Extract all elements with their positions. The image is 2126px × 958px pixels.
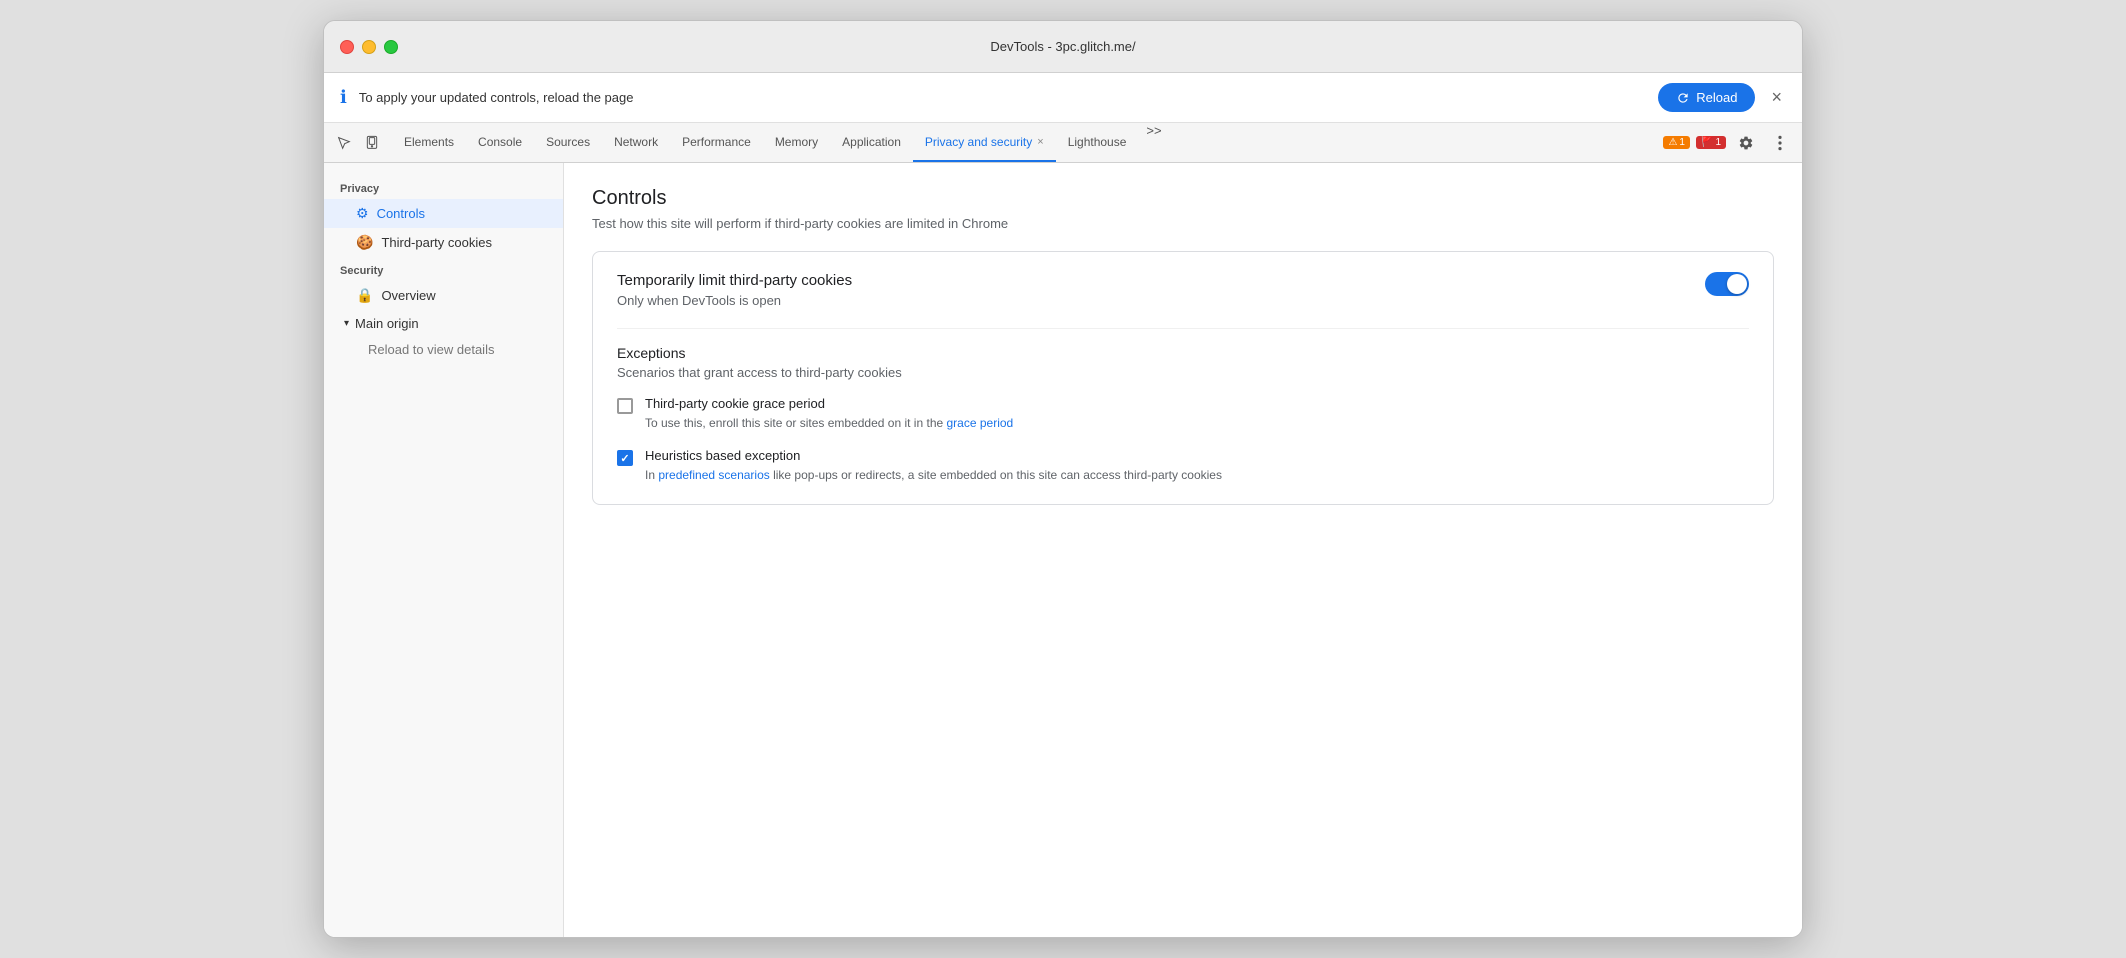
third-party-label: Third-party cookies xyxy=(381,235,492,250)
tab-close-icon[interactable]: × xyxy=(1037,136,1043,148)
chevron-down-icon: ▾ xyxy=(344,318,349,329)
tab-console[interactable]: Console xyxy=(466,123,534,162)
error-badge[interactable]: 🚩 1 xyxy=(1696,136,1726,149)
tabs-right-controls: ⚠ 1 🚩 1 xyxy=(1663,129,1794,157)
sidebar-item-main-origin[interactable]: ▾ Main origin xyxy=(324,310,563,337)
notification-text: To apply your updated controls, reload t… xyxy=(359,90,1646,105)
card-description: Only when DevTools is open xyxy=(617,293,852,308)
controls-label: Controls xyxy=(377,206,425,221)
settings-button[interactable] xyxy=(1732,129,1760,157)
security-section-label: Security xyxy=(324,257,563,281)
grace-period-label-area: Third-party cookie grace period To use t… xyxy=(645,396,1749,432)
exceptions-section: Exceptions Scenarios that grant access t… xyxy=(617,328,1749,484)
warning-count: 1 xyxy=(1679,137,1685,148)
predefined-scenarios-link[interactable]: predefined scenarios xyxy=(658,468,769,482)
grace-period-title: Third-party cookie grace period xyxy=(645,396,1749,411)
tab-lighthouse[interactable]: Lighthouse xyxy=(1056,123,1139,162)
overview-label: Overview xyxy=(381,288,435,303)
sidebar-sub-reload-details: Reload to view details xyxy=(324,337,563,362)
close-button[interactable] xyxy=(340,40,354,54)
lock-icon: 🔒 xyxy=(356,287,373,304)
warning-icon: ⚠ xyxy=(1668,137,1677,148)
tabs-bar: Elements Console Sources Network Perform… xyxy=(324,123,1802,163)
heuristics-label-area: Heuristics based exception In predefined… xyxy=(645,448,1749,484)
traffic-lights xyxy=(340,40,398,54)
heuristics-desc: In predefined scenarios like pop-ups or … xyxy=(645,466,1749,484)
limit-cookies-toggle[interactable] xyxy=(1705,272,1749,296)
heuristics-title: Heuristics based exception xyxy=(645,448,1749,463)
window-title: DevTools - 3pc.glitch.me/ xyxy=(990,39,1135,54)
card-title: Temporarily limit third-party cookies xyxy=(617,272,852,289)
tab-privacy-security[interactable]: Privacy and security × xyxy=(913,123,1056,162)
tab-sources[interactable]: Sources xyxy=(534,123,602,162)
minimize-button[interactable] xyxy=(362,40,376,54)
notification-close[interactable]: × xyxy=(1767,83,1786,112)
titlebar: DevTools - 3pc.glitch.me/ xyxy=(324,21,1802,73)
device-toolbar-icon[interactable] xyxy=(360,131,384,155)
tab-memory[interactable]: Memory xyxy=(763,123,830,162)
warning-badge[interactable]: ⚠ 1 xyxy=(1663,136,1690,149)
card-header: Temporarily limit third-party cookies On… xyxy=(617,272,1749,308)
more-tabs-button[interactable]: >> xyxy=(1138,123,1169,162)
sidebar-item-controls[interactable]: ⚙ Controls xyxy=(324,199,563,228)
sidebar-item-overview[interactable]: 🔒 Overview xyxy=(324,281,563,310)
exceptions-title: Exceptions xyxy=(617,345,1749,361)
tab-network[interactable]: Network xyxy=(602,123,670,162)
reload-button[interactable]: Reload xyxy=(1658,83,1755,112)
grace-period-checkbox-item: Third-party cookie grace period To use t… xyxy=(617,396,1749,432)
heuristics-checkbox-item: Heuristics based exception In predefined… xyxy=(617,448,1749,484)
more-options-button[interactable] xyxy=(1766,129,1794,157)
grace-period-desc: To use this, enroll this site or sites e… xyxy=(645,414,1749,432)
cookie-control-card: Temporarily limit third-party cookies On… xyxy=(592,251,1774,505)
grace-period-desc-before: To use this, enroll this site or sites e… xyxy=(645,416,947,430)
notification-bar: ℹ To apply your updated controls, reload… xyxy=(324,73,1802,123)
heuristics-desc-after: like pop-ups or redirects, a site embedd… xyxy=(770,468,1222,482)
gear-icon: ⚙ xyxy=(356,205,369,222)
reload-label: Reload xyxy=(1696,90,1737,105)
content-title: Controls xyxy=(592,187,1774,210)
error-icon: 🚩 xyxy=(1701,137,1713,148)
error-count: 1 xyxy=(1715,137,1721,148)
heuristics-checkbox[interactable] xyxy=(617,450,633,466)
grace-period-checkbox[interactable] xyxy=(617,398,633,414)
card-title-area: Temporarily limit third-party cookies On… xyxy=(617,272,852,308)
sidebar-item-third-party-cookies[interactable]: 🍪 Third-party cookies xyxy=(324,228,563,257)
devtools-window: DevTools - 3pc.glitch.me/ ℹ To apply you… xyxy=(323,20,1803,938)
reload-icon xyxy=(1676,91,1690,105)
tab-performance[interactable]: Performance xyxy=(670,123,763,162)
info-icon: ℹ xyxy=(340,87,347,108)
main-origin-label: Main origin xyxy=(355,316,419,331)
devtools-toolbar-icons xyxy=(332,131,384,155)
sidebar: Privacy ⚙ Controls 🍪 Third-party cookies… xyxy=(324,163,564,937)
grace-period-link[interactable]: grace period xyxy=(947,416,1014,430)
tab-elements[interactable]: Elements xyxy=(392,123,466,162)
content-area: Controls Test how this site will perform… xyxy=(564,163,1802,937)
tabs-list: Elements Console Sources Network Perform… xyxy=(392,123,1170,162)
tab-application[interactable]: Application xyxy=(830,123,913,162)
exceptions-desc: Scenarios that grant access to third-par… xyxy=(617,365,1749,380)
main-content: Privacy ⚙ Controls 🍪 Third-party cookies… xyxy=(324,163,1802,937)
maximize-button[interactable] xyxy=(384,40,398,54)
privacy-section-label: Privacy xyxy=(324,175,563,199)
cookie-icon: 🍪 xyxy=(356,234,373,251)
content-subtitle: Test how this site will perform if third… xyxy=(592,216,1774,231)
heuristics-desc-before: In xyxy=(645,468,658,482)
select-element-icon[interactable] xyxy=(332,131,356,155)
